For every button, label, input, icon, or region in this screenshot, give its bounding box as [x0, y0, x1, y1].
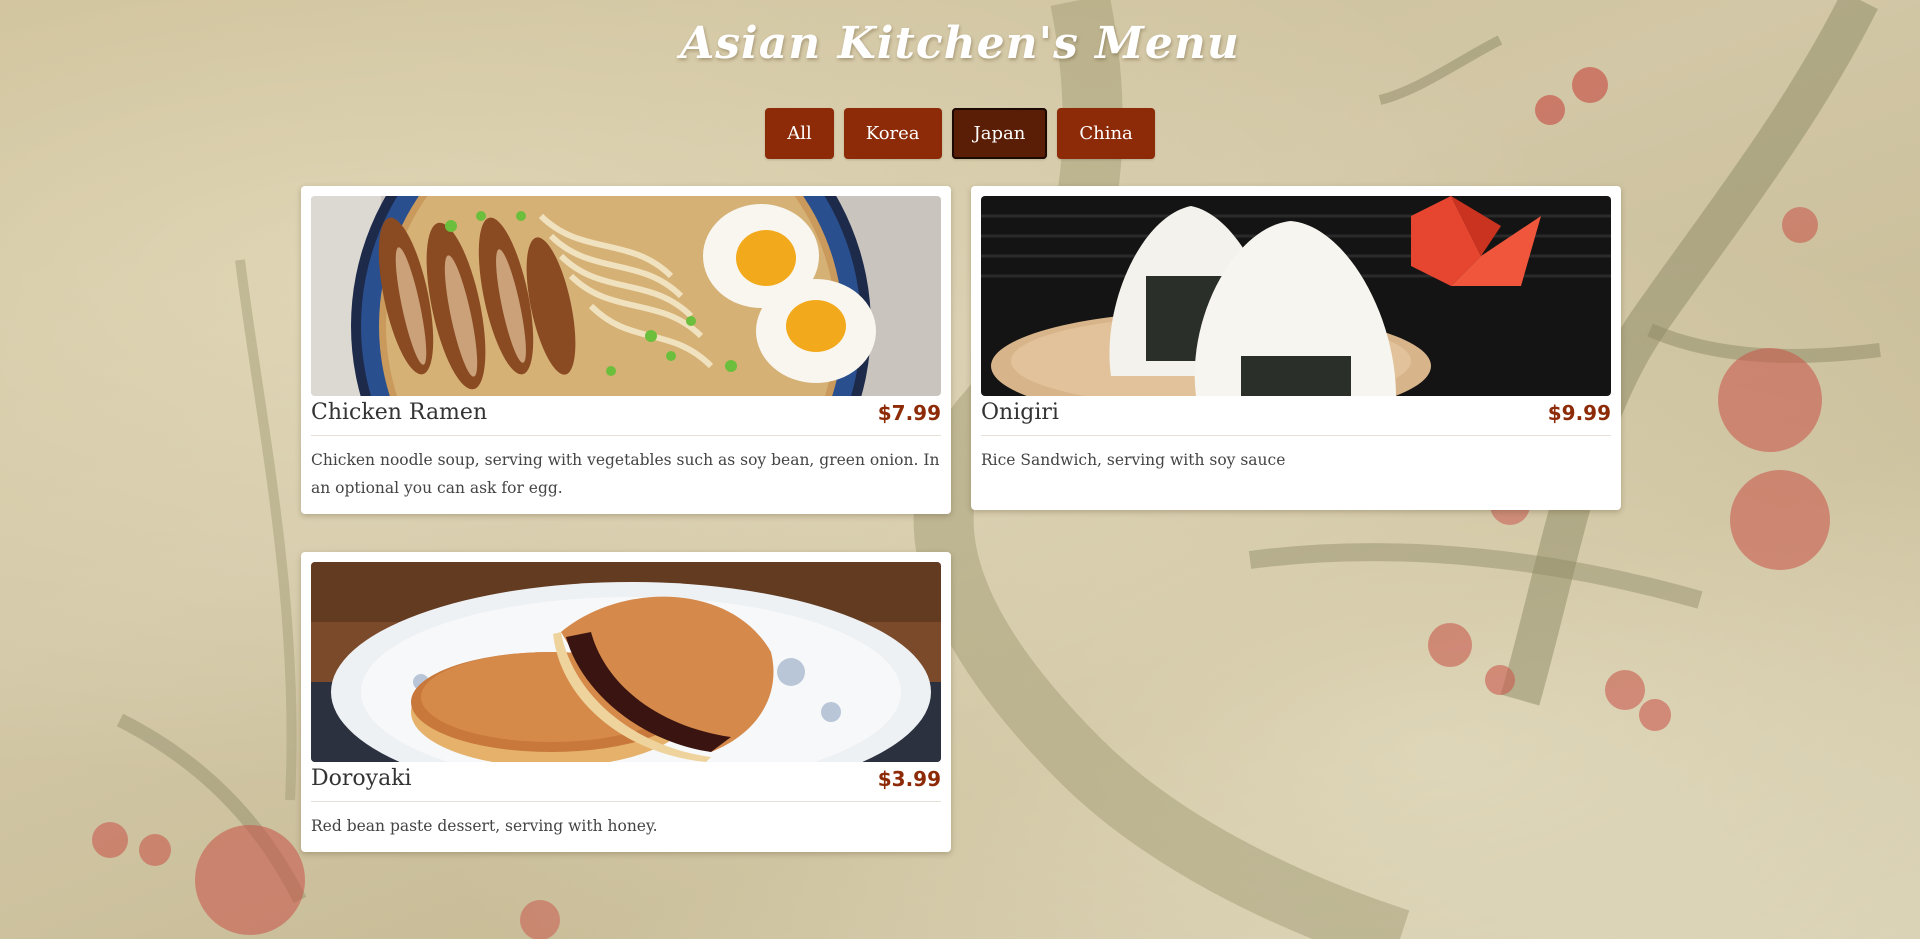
filter-korea-button[interactable]: Korea	[843, 108, 942, 159]
menu-item-name: Chicken Ramen	[311, 400, 488, 425]
menu-item-header: Onigiri $9.99	[981, 396, 1611, 436]
dorayaki-photo-icon	[311, 562, 941, 762]
ramen-photo-icon	[311, 196, 941, 396]
menu-item-header: Doroyaki $3.99	[311, 762, 941, 802]
menu-item-description: Red bean paste dessert, serving with hon…	[311, 817, 658, 835]
menu-item-description: Chicken noodle soup, serving with vegeta…	[311, 451, 940, 497]
category-filter-bar: All Korea Japan China	[0, 108, 1920, 159]
menu-item-card: Chicken Ramen $7.99 Chicken noodle soup,…	[301, 186, 951, 514]
menu-item-name: Onigiri	[981, 400, 1059, 425]
filter-all-button[interactable]: All	[765, 108, 834, 159]
menu-item-price: $7.99	[877, 401, 941, 425]
filter-japan-button[interactable]: Japan	[951, 108, 1048, 159]
onigiri-photo-icon	[981, 196, 1611, 396]
menu-page: Asian Kitchen's Menu All Korea Japan Chi…	[0, 0, 1920, 939]
menu-item-card: Doroyaki $3.99 Red bean paste dessert, s…	[301, 552, 951, 852]
filter-china-button[interactable]: China	[1057, 108, 1155, 159]
menu-item-header: Chicken Ramen $7.99	[311, 396, 941, 436]
menu-item-price: $9.99	[1547, 401, 1611, 425]
page-title: Asian Kitchen's Menu	[680, 18, 1240, 69]
menu-item-card: Onigiri $9.99 Rice Sandwich, serving wit…	[971, 186, 1621, 510]
menu-item-name: Doroyaki	[311, 766, 412, 791]
menu-item-price: $3.99	[877, 767, 941, 791]
menu-item-description: Rice Sandwich, serving with soy sauce	[981, 451, 1286, 469]
